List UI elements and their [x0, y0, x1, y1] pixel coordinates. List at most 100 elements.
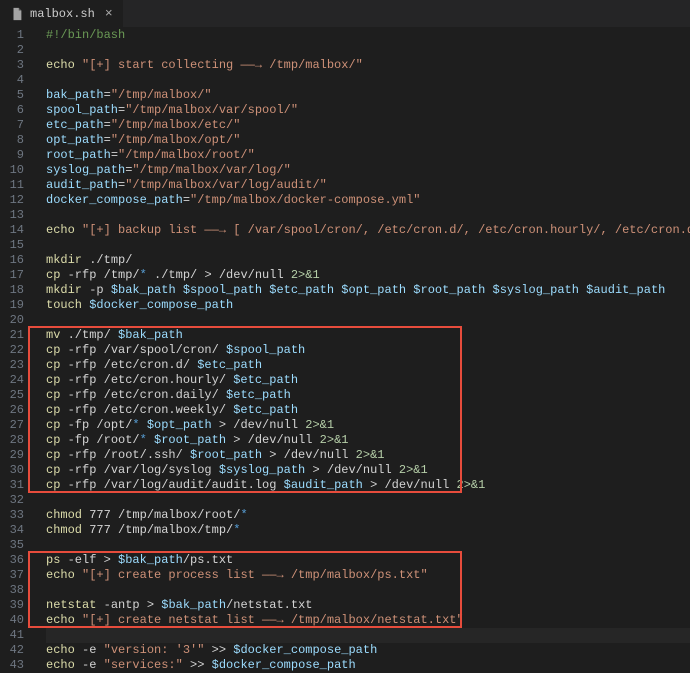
code-line[interactable]: echo "[+] backup list ——→ [ /var/spool/c… [46, 223, 690, 238]
code-line[interactable]: spool_path="/tmp/malbox/var/spool/" [46, 103, 690, 118]
code-line[interactable]: echo "[+] start collecting ——→ /tmp/malb… [46, 58, 690, 73]
code-line[interactable]: docker_compose_path="/tmp/malbox/docker-… [46, 193, 690, 208]
token-default: -rfp /tmp/ [60, 268, 139, 282]
code-line[interactable]: chmod 777 /tmp/malbox/tmp/* [46, 523, 690, 538]
token-var: $bak_path [118, 553, 183, 567]
token-var: $docker_compose_path [212, 658, 356, 672]
token-var: $etc_path [269, 283, 334, 297]
code-line[interactable]: cp -fp /root/* $root_path > /dev/null 2>… [46, 433, 690, 448]
token-builtin: cp [46, 373, 60, 387]
token-builtin: netstat [46, 598, 96, 612]
code-line[interactable]: cp -rfp /etc/cron.hourly/ $etc_path [46, 373, 690, 388]
token-punct: = [111, 148, 118, 162]
token-default: > [147, 598, 154, 612]
token-default [75, 58, 82, 72]
code-line[interactable]: echo -e "version: '3'" >> $docker_compos… [46, 643, 690, 658]
editor-area[interactable]: 1234567891011121314151617181920212223242… [0, 28, 690, 660]
token-punct: = [104, 118, 111, 132]
token-var: $docker_compose_path [89, 298, 233, 312]
code-line[interactable] [46, 208, 690, 223]
token-var: $root_path [190, 448, 262, 462]
code-line[interactable] [46, 493, 690, 508]
token-builtin: cp [46, 268, 60, 282]
code-line[interactable]: mkdir -p $bak_path $spool_path $etc_path… [46, 283, 690, 298]
token-keyword: * [140, 268, 147, 282]
token-default: -fp /root/ [60, 433, 139, 447]
code-line[interactable]: ps -elf > $bak_path/ps.txt [46, 553, 690, 568]
tab-malbox-sh[interactable]: malbox.sh × [0, 0, 124, 27]
code-line[interactable]: cp -rfp /var/log/syslog $syslog_path > /… [46, 463, 690, 478]
token-default [176, 283, 183, 297]
code-line[interactable] [46, 73, 690, 88]
code-line[interactable]: root_path="/tmp/malbox/root/" [46, 148, 690, 163]
token-default: ./tmp/ [82, 253, 132, 267]
line-number: 36 [0, 553, 24, 568]
token-builtin: cp [46, 403, 60, 417]
code-line[interactable]: mkdir ./tmp/ [46, 253, 690, 268]
token-var: $etc_path [226, 388, 291, 402]
token-default: /dev/null [240, 433, 319, 447]
token-default: /dev/null [226, 418, 305, 432]
token-default: 777 /tmp/malbox/root/ [82, 508, 240, 522]
line-number-gutter: 1234567891011121314151617181920212223242… [0, 28, 34, 660]
code-line[interactable] [46, 313, 690, 328]
token-var: $opt_path [341, 283, 406, 297]
code-line[interactable]: echo -e "services:" >> $docker_compose_p… [46, 658, 690, 673]
code-line[interactable]: audit_path="/tmp/malbox/var/log/audit/" [46, 178, 690, 193]
code-line[interactable]: cp -rfp /var/log/audit/audit.log $audit_… [46, 478, 690, 493]
line-number: 16 [0, 253, 24, 268]
line-number: 24 [0, 373, 24, 388]
token-keyword: * [140, 433, 147, 447]
token-default: -rfp /var/spool/cron/ [60, 343, 226, 357]
line-number: 30 [0, 463, 24, 478]
token-string: "[+] start collecting ——→ /tmp/malbox/" [82, 58, 363, 72]
code-line[interactable]: echo "[+] create process list ——→ /tmp/m… [46, 568, 690, 583]
code-line[interactable]: touch $docker_compose_path [46, 298, 690, 313]
code-line[interactable] [46, 43, 690, 58]
token-string: "/tmp/malbox/var/log/" [132, 163, 290, 177]
line-number: 34 [0, 523, 24, 538]
code-line[interactable]: cp -rfp /root/.ssh/ $root_path > /dev/nu… [46, 448, 690, 463]
code-line[interactable]: echo "[+] create netstat list ——→ /tmp/m… [46, 613, 690, 628]
token-var: $docker_compose_path [233, 643, 377, 657]
line-number: 13 [0, 208, 24, 223]
code-line[interactable] [46, 583, 690, 598]
token-string: "services:" [104, 658, 183, 672]
code-line[interactable]: bak_path="/tmp/malbox/" [46, 88, 690, 103]
line-number: 25 [0, 388, 24, 403]
code-line[interactable]: cp -fp /opt/* $opt_path > /dev/null 2>&1 [46, 418, 690, 433]
code-line[interactable]: cp -rfp /etc/cron.daily/ $etc_path [46, 388, 690, 403]
code-line[interactable]: netstat -antp > $bak_path/netstat.txt [46, 598, 690, 613]
code-content[interactable]: #!/bin/bash echo "[+] start collecting ——… [34, 28, 690, 660]
code-line[interactable] [46, 628, 690, 643]
code-line[interactable]: cp -rfp /etc/cron.weekly/ $etc_path [46, 403, 690, 418]
code-line[interactable] [46, 538, 690, 553]
token-builtin: chmod [46, 508, 82, 522]
token-builtin: cp [46, 388, 60, 402]
line-number: 37 [0, 568, 24, 583]
code-line[interactable]: etc_path="/tmp/malbox/etc/" [46, 118, 690, 133]
close-icon[interactable]: × [101, 6, 113, 21]
token-builtin: cp [46, 478, 60, 492]
code-line[interactable]: cp -rfp /tmp/* ./tmp/ > /dev/null 2>&1 [46, 268, 690, 283]
code-line[interactable]: cp -rfp /etc/cron.d/ $etc_path [46, 358, 690, 373]
token-var: audit_path [46, 178, 118, 192]
token-default: >> [204, 643, 233, 657]
code-line[interactable]: mv ./tmp/ $bak_path [46, 328, 690, 343]
token-default: > [104, 553, 111, 567]
token-default: -rfp /etc/cron.daily/ [60, 388, 226, 402]
token-default: -elf [60, 553, 103, 567]
code-line[interactable]: chmod 777 /tmp/malbox/root/* [46, 508, 690, 523]
code-line[interactable] [46, 238, 690, 253]
token-builtin: echo [46, 223, 75, 237]
code-line[interactable]: #!/bin/bash [46, 28, 690, 43]
token-default [147, 433, 154, 447]
line-number: 40 [0, 613, 24, 628]
token-default: -rfp /var/log/audit/audit.log [60, 478, 283, 492]
line-number: 9 [0, 148, 24, 163]
code-line[interactable]: syslog_path="/tmp/malbox/var/log/" [46, 163, 690, 178]
code-line[interactable]: opt_path="/tmp/malbox/opt/" [46, 133, 690, 148]
code-line[interactable]: cp -rfp /var/spool/cron/ $spool_path [46, 343, 690, 358]
token-builtin: cp [46, 418, 60, 432]
token-default: -rfp /etc/cron.weekly/ [60, 403, 233, 417]
